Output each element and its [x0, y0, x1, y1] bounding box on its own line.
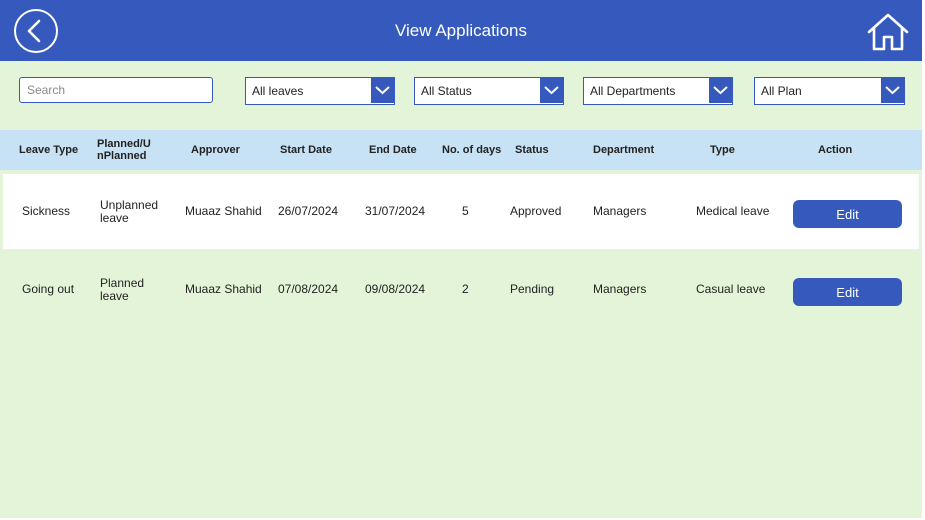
cell-planned: Unplanned leave	[100, 197, 159, 225]
leave-type-dropdown[interactable]: All leaves	[245, 77, 395, 105]
edit-button[interactable]: Edit	[793, 278, 902, 306]
leave-type-dropdown-value: All leaves	[252, 84, 304, 98]
cell-start-date: 26/07/2024	[278, 204, 339, 218]
home-button[interactable]	[866, 12, 910, 52]
column-header-start-date: Start Date	[280, 144, 332, 156]
table-row: Sickness Unplanned leave Muaaz Shahid 26…	[3, 174, 919, 249]
column-header-leave-type: Leave Type	[19, 144, 79, 156]
column-header-type: Type	[710, 144, 735, 156]
plan-dropdown-value: All Plan	[761, 84, 802, 98]
status-dropdown-toggle[interactable]	[540, 78, 563, 103]
chevron-down-icon	[885, 86, 900, 95]
column-header-status: Status	[515, 144, 549, 156]
chevron-down-icon	[713, 86, 728, 95]
status-dropdown[interactable]: All Status	[414, 77, 564, 105]
cell-approver: Muaaz Shahid	[185, 204, 262, 218]
cell-type: Medical leave	[696, 204, 770, 218]
cell-days: 5	[462, 204, 469, 218]
cell-end-date: 09/08/2024	[365, 282, 426, 296]
cell-end-date: 31/07/2024	[365, 204, 426, 218]
cell-status: Approved	[510, 204, 562, 218]
home-icon	[867, 13, 909, 51]
cell-leave-type: Going out	[22, 282, 75, 296]
edit-button[interactable]: Edit	[793, 200, 902, 228]
status-dropdown-value: All Status	[421, 84, 472, 98]
cell-status: Pending	[510, 282, 555, 296]
leave-type-dropdown-toggle[interactable]	[371, 78, 394, 103]
department-dropdown-toggle[interactable]	[709, 78, 732, 103]
cell-planned: Planned leave	[100, 275, 145, 303]
app-screen: View Applications All leaves All Status …	[0, 0, 922, 518]
cell-department: Managers	[593, 282, 647, 296]
table-header: Leave Type Planned/U nPlanned Approver S…	[0, 130, 922, 170]
column-header-action: Action	[818, 144, 853, 156]
cell-type: Casual leave	[696, 282, 766, 296]
cell-days: 2	[462, 282, 469, 296]
cell-leave-type: Sickness	[22, 204, 71, 218]
cell-department: Managers	[593, 204, 647, 218]
column-header-planned: Planned/U nPlanned	[97, 138, 151, 162]
column-header-department: Department	[593, 144, 655, 156]
department-dropdown-value: All Departments	[590, 84, 676, 98]
cell-start-date: 07/08/2024	[278, 282, 339, 296]
plan-dropdown-toggle[interactable]	[881, 78, 904, 103]
column-header-days: No. of days	[442, 144, 502, 156]
search-input[interactable]	[19, 77, 213, 103]
plan-dropdown[interactable]: All Plan	[754, 77, 905, 105]
department-dropdown[interactable]: All Departments	[583, 77, 733, 105]
chevron-down-icon	[375, 86, 390, 95]
page-title: View Applications	[395, 21, 527, 40]
cell-approver: Muaaz Shahid	[185, 282, 262, 296]
table-row: Going out Planned leave Muaaz Shahid 07/…	[3, 252, 919, 327]
header-bar: View Applications	[0, 0, 922, 61]
column-header-approver: Approver	[191, 144, 240, 156]
column-header-end-date: End Date	[369, 144, 417, 156]
chevron-down-icon	[544, 86, 559, 95]
